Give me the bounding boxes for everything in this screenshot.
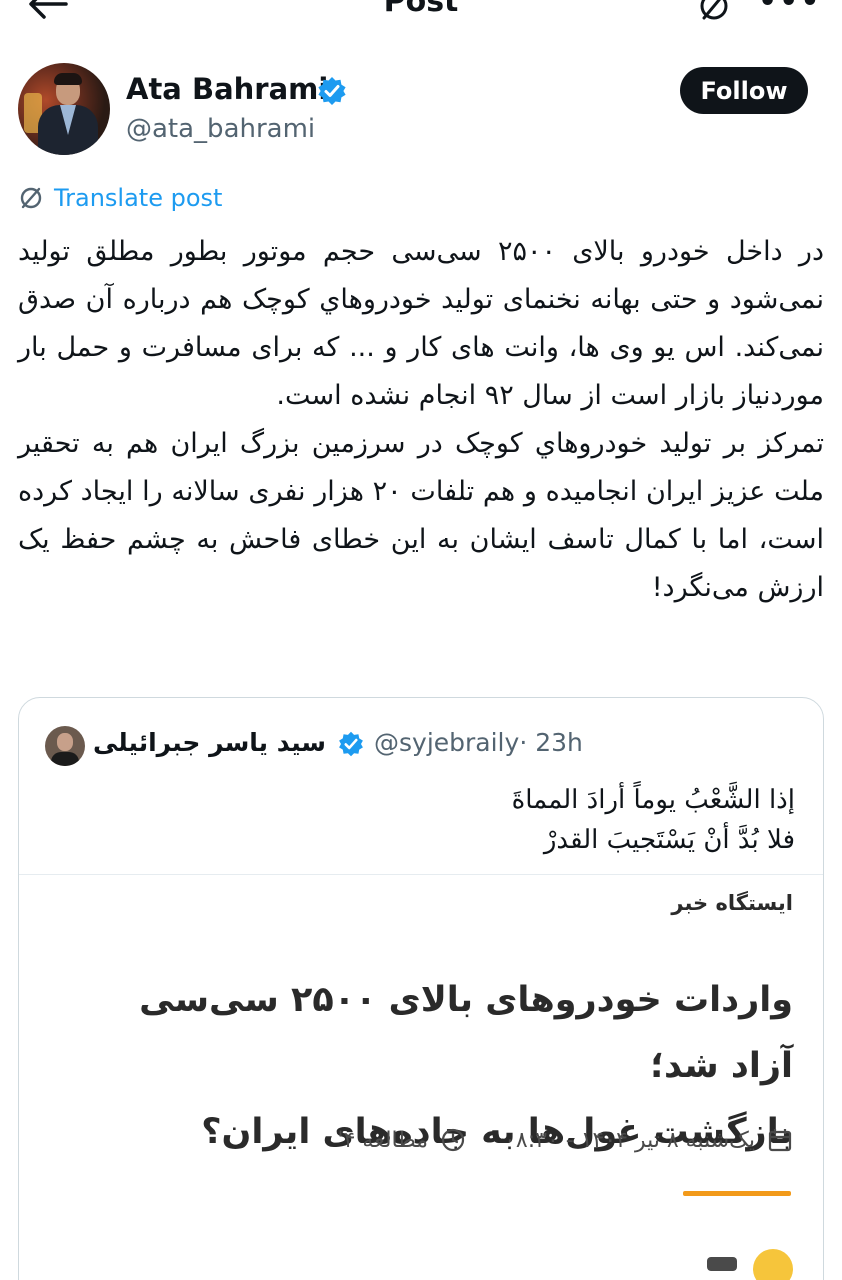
- post-paragraph: در داخل خودرو بالای ۲۵۰۰ سی‌سی حجم موتور…: [18, 236, 824, 411]
- quoted-author-handle[interactable]: @syjebraily· 23h: [374, 728, 583, 757]
- follow-button[interactable]: Follow: [680, 67, 808, 114]
- quoted-author-avatar[interactable]: [45, 726, 85, 766]
- news-section-label: [707, 1257, 737, 1271]
- verified-badge-icon: [318, 77, 346, 105]
- news-section-icon: [753, 1249, 793, 1280]
- author-handle[interactable]: @ata_bahrami: [126, 114, 315, 144]
- quoted-author-name[interactable]: سید یاسر جبرائیلی: [93, 728, 326, 757]
- post-paragraph: تمرکز بر تولید خودروهاي کوچک در سرزمین ب…: [18, 428, 824, 603]
- quoted-line: فلا بُدَّ أنْ يَسْتَجيبَ القدرْ: [543, 825, 795, 855]
- quoted-post-text: إذا الشَّعْبُ يوماً أرادَ المماةَ فلا بُ…: [512, 780, 795, 860]
- quoted-line: إذا الشَّعْبُ يوماً أرادَ المماةَ: [511, 785, 795, 815]
- quoted-post-card[interactable]: سید یاسر جبرائیلی @syjebraily· 23h إذا ا…: [18, 697, 824, 1280]
- news-read-time: مطالعه ۴': [337, 1127, 429, 1153]
- translate-post-label: Translate post: [54, 184, 223, 212]
- quoted-post-time: · 23h: [519, 728, 583, 757]
- translate-icon: [700, 0, 728, 20]
- top-bar: Post •••: [0, 0, 842, 30]
- news-image: ایستگاه خبر واردات خودروهای بالای ۲۵۰۰ س…: [19, 874, 823, 1280]
- author-avatar[interactable]: [18, 63, 110, 155]
- translate-post-link[interactable]: Translate post: [18, 182, 222, 214]
- news-date: یک‌شنبه ۸ تیر ۱۴۰۴ - ۰۸:۳۰: [504, 1127, 755, 1153]
- news-source: ایستگاه خبر: [671, 891, 793, 915]
- more-button[interactable]: •••: [758, 0, 820, 20]
- calendar-icon: [768, 1129, 792, 1152]
- verified-badge-icon: [339, 731, 363, 757]
- more-icon: •••: [758, 0, 822, 19]
- translate-icon: [20, 187, 42, 209]
- author-name[interactable]: Ata Bahrami: [126, 72, 328, 106]
- news-accent-bar: [683, 1191, 791, 1196]
- translate-button[interactable]: [694, 0, 734, 24]
- post-text: در داخل خودرو بالای ۲۵۰۰ سی‌سی حجم موتور…: [18, 228, 824, 612]
- clock-icon: [441, 1128, 465, 1152]
- news-meta: یک‌شنبه ۸ تیر ۱۴۰۴ - ۰۸:۳۰ مطالعه ۴': [338, 1127, 793, 1153]
